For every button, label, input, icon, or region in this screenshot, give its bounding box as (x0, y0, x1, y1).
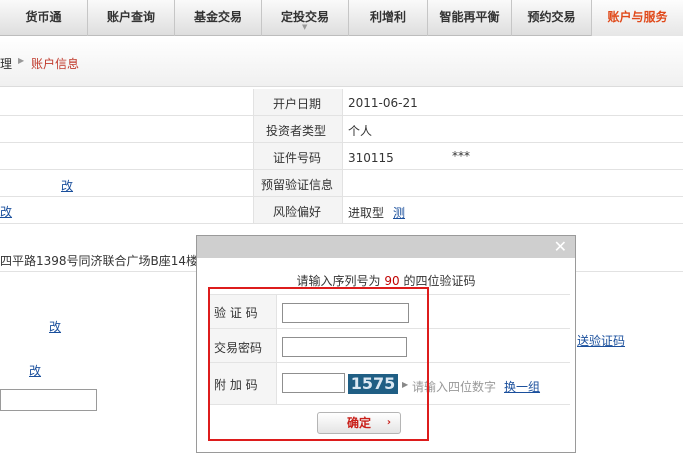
breadcrumb-parent[interactable]: 理 (0, 55, 12, 72)
row-id-number: 证件号码 310115 *** (0, 143, 683, 170)
tab-fixed-investment[interactable]: 定投交易 ▼ (262, 0, 349, 36)
open-date-value: 2011-06-21 (348, 96, 418, 110)
tab-interest-plus[interactable]: 利增利 (349, 0, 428, 36)
row-risk-preference: 改 风险偏好 进取型 测 (0, 197, 683, 224)
investor-type-value: 个人 (348, 124, 373, 138)
refresh-captcha-link[interactable]: 换一组 (504, 378, 540, 395)
risk-preference-label: 风险偏好 (273, 205, 322, 219)
row-investor-type: 投资者类型 个人 (0, 116, 683, 143)
tab-scheduled-trade[interactable]: 预约交易 (512, 0, 592, 36)
id-number-label: 证件号码 (273, 151, 322, 165)
id-number-masked: *** (452, 149, 470, 163)
risk-test-link[interactable]: 测 (393, 204, 405, 221)
close-icon[interactable]: ✕ (554, 237, 567, 256)
investor-type-label: 投资者类型 (266, 124, 327, 138)
address-value: 四平路1398号同济联合广场B座14楼3 (0, 254, 206, 268)
text-field[interactable] (0, 389, 97, 411)
tab-rebalance[interactable]: 智能再平衡 (428, 0, 512, 36)
risk-preference-value: 进取型 (348, 206, 385, 220)
edit-link[interactable]: 改 (0, 203, 12, 220)
tab-account-service[interactable]: 账户与服务 (592, 0, 683, 36)
tab-money-fund[interactable]: 货币通 (0, 0, 88, 36)
main-nav: 货币通 账户查询 基金交易 定投交易 ▼ 利增利 智能再平衡 预约交易 账户与服务 (0, 0, 683, 36)
highlight-box (208, 287, 429, 441)
breadcrumb-current: 账户信息 (31, 57, 80, 71)
send-code-link[interactable]: 送验证码 (577, 332, 625, 349)
row-open-date: 开户日期 2011-06-21 (0, 89, 683, 116)
breadcrumb: 理 ▶ 账户信息 (0, 37, 683, 87)
id-number-value: 310115 (348, 151, 394, 165)
prompt-text-before: 请输入序列号为 (296, 274, 381, 288)
prompt-text-after: 的四位验证码 (403, 274, 476, 288)
dialog-header: ✕ (197, 236, 575, 258)
reserved-info-label: 预留验证信息 (261, 178, 334, 192)
serial-number: 90 (384, 274, 400, 288)
tab-fund-trade[interactable]: 基金交易 (175, 0, 262, 36)
tab-account-query[interactable]: 账户查询 (88, 0, 175, 36)
account-info-page: 货币通 账户查询 基金交易 定投交易 ▼ 利增利 智能再平衡 预约交易 账户与服务… (0, 0, 683, 453)
edit-link[interactable]: 改 (29, 362, 41, 379)
row-reserved-info: 改 预留验证信息 (0, 170, 683, 197)
breadcrumb-separator-icon: ▶ (18, 56, 25, 65)
edit-link[interactable]: 改 (61, 177, 73, 194)
open-date-label: 开户日期 (273, 97, 322, 111)
edit-link[interactable]: 改 (49, 318, 61, 335)
